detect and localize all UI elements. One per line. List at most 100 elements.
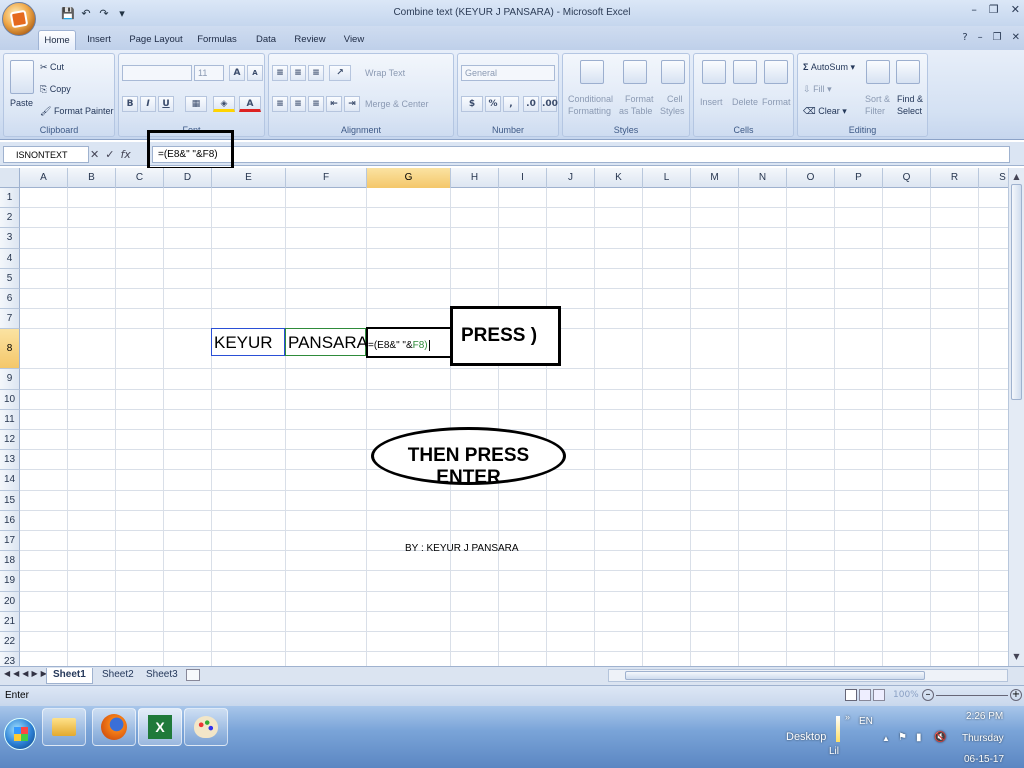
row-header-17[interactable]: 17	[0, 531, 20, 552]
page-break-view-icon[interactable]	[873, 689, 885, 701]
italic-button[interactable]: I	[140, 96, 156, 112]
formula-input[interactable]: =(E8&" "&F8)	[152, 146, 1010, 163]
row-header-5[interactable]: 5	[0, 268, 20, 289]
zoom-slider[interactable]	[936, 695, 1008, 696]
borders-button[interactable]: ▦	[185, 96, 207, 112]
sheet-tab-2[interactable]: Sheet2	[96, 668, 140, 684]
column-header-m[interactable]: M	[691, 168, 739, 188]
insert-cells-icon[interactable]	[702, 60, 726, 84]
row-header-12[interactable]: 12	[0, 430, 20, 451]
sort-filter-icon[interactable]	[866, 60, 890, 84]
row-header-8[interactable]: 8	[0, 329, 20, 370]
column-header-o[interactable]: O	[787, 168, 835, 188]
row-header-15[interactable]: 15	[0, 490, 20, 511]
zoom-level[interactable]: 100%	[893, 690, 919, 700]
taskbar-excel[interactable]: X	[138, 708, 182, 746]
normal-view-icon[interactable]	[845, 689, 857, 701]
scroll-down-icon[interactable]: ▼	[1011, 652, 1022, 663]
column-header-i[interactable]: I	[499, 168, 547, 188]
column-header-q[interactable]: Q	[883, 168, 931, 188]
column-header-k[interactable]: K	[595, 168, 643, 188]
cell-styles-icon[interactable]	[661, 60, 685, 84]
increase-decimal-icon[interactable]: .0	[523, 96, 539, 112]
format-as-table-icon[interactable]	[623, 60, 647, 84]
insert-function-button[interactable]: fx	[120, 148, 130, 161]
column-header-c[interactable]: C	[116, 168, 164, 188]
workbook-minimize-button[interactable]: –	[978, 32, 983, 43]
column-header-h[interactable]: H	[451, 168, 499, 188]
select-all-button[interactable]	[0, 168, 20, 188]
tray-expand-icon[interactable]: »	[845, 712, 850, 722]
align-right-icon[interactable]: ≡	[308, 96, 324, 112]
clear-button[interactable]: ⌫ Clear ▾	[803, 106, 847, 117]
zoom-out-icon[interactable]: –	[922, 689, 934, 701]
insert-sheet-icon[interactable]	[186, 669, 200, 681]
clock-time[interactable]: 2:26 PM	[966, 711, 1003, 722]
align-top-icon[interactable]: ≡	[272, 65, 288, 81]
enter-icon[interactable]: ✓	[105, 148, 114, 161]
autosum-button[interactable]: Σ AutoSum ▾	[803, 62, 855, 73]
row-header-22[interactable]: 22	[0, 632, 20, 653]
clock-date[interactable]: 06-15-17	[964, 754, 1004, 765]
delete-cells-button[interactable]: Delete	[732, 97, 758, 107]
wrap-text-button[interactable]: Wrap Text	[365, 68, 405, 78]
increase-indent-icon[interactable]: ⇥	[344, 96, 360, 112]
row-header-2[interactable]: 2	[0, 208, 20, 229]
delete-cells-icon[interactable]	[733, 60, 757, 84]
column-header-j[interactable]: J	[547, 168, 595, 188]
currency-button[interactable]: $	[461, 96, 483, 112]
decrease-indent-icon[interactable]: ⇤	[326, 96, 342, 112]
tab-view[interactable]: View	[340, 30, 368, 50]
clock-day[interactable]: Thursday	[962, 733, 1004, 744]
tab-review[interactable]: Review	[292, 30, 328, 50]
row-header-19[interactable]: 19	[0, 571, 20, 592]
column-header-n[interactable]: N	[739, 168, 787, 188]
format-cells-icon[interactable]	[764, 60, 788, 84]
vertical-scrollbar[interactable]: ▲ ▼	[1008, 168, 1024, 668]
bold-button[interactable]: B	[122, 96, 138, 112]
help-icon[interactable]: ?	[962, 32, 967, 43]
row-header-11[interactable]: 11	[0, 409, 20, 430]
format-cells-button[interactable]: Format	[762, 97, 791, 107]
hscroll-thumb[interactable]	[625, 671, 925, 680]
taskbar-firefox[interactable]	[92, 708, 136, 746]
column-header-f[interactable]: F	[286, 168, 367, 188]
row-header-13[interactable]: 13	[0, 450, 20, 471]
number-format-dropdown[interactable]: General	[461, 65, 555, 81]
paste-button[interactable]: Paste	[10, 98, 33, 108]
align-middle-icon[interactable]: ≡	[290, 65, 306, 81]
conditional-formatting-icon[interactable]	[580, 60, 604, 84]
volume-muted-icon[interactable]: 🔇	[934, 732, 946, 743]
format-painter-button[interactable]: 🖌 Format Painter	[40, 106, 113, 117]
cell-e8[interactable]: KEYUR	[214, 333, 273, 353]
tab-insert[interactable]: Insert	[82, 30, 116, 50]
scroll-thumb[interactable]	[1011, 184, 1022, 400]
fill-button[interactable]: ⇩ Fill ▾	[803, 84, 832, 95]
row-header-20[interactable]: 20	[0, 591, 20, 612]
tab-data[interactable]: Data	[252, 30, 280, 50]
zoom-in-icon[interactable]: +	[1010, 689, 1022, 701]
cell-styles-button[interactable]: Cell	[667, 94, 683, 104]
grow-font-button[interactable]: A	[229, 65, 245, 81]
find-select-button[interactable]: Find &	[897, 94, 923, 104]
align-left-icon[interactable]: ≡	[272, 96, 288, 112]
tab-page-layout[interactable]: Page Layout	[126, 30, 186, 50]
orientation-icon[interactable]: ↗	[329, 65, 351, 81]
action-center-flag-icon[interactable]: ⚑	[898, 732, 907, 743]
page-layout-view-icon[interactable]	[859, 689, 871, 701]
column-header-r[interactable]: R	[931, 168, 979, 188]
column-header-p[interactable]: P	[835, 168, 883, 188]
language-indicator[interactable]: EN	[859, 716, 873, 727]
cancel-icon[interactable]: ✕	[90, 148, 99, 161]
font-name-dropdown[interactable]	[122, 65, 192, 81]
show-hidden-icons-icon[interactable]: ▲	[882, 734, 890, 743]
fill-color-button[interactable]: ◈	[213, 96, 235, 112]
percent-button[interactable]: %	[485, 96, 501, 112]
row-header-18[interactable]: 18	[0, 551, 20, 572]
column-header-e[interactable]: E	[212, 168, 286, 188]
row-header-6[interactable]: 6	[0, 289, 20, 310]
taskbar-explorer[interactable]	[42, 708, 86, 746]
column-header-g[interactable]: G	[367, 168, 451, 188]
sort-filter-button[interactable]: Sort &	[865, 94, 890, 104]
merge-center-button[interactable]: Merge & Center	[365, 99, 429, 109]
